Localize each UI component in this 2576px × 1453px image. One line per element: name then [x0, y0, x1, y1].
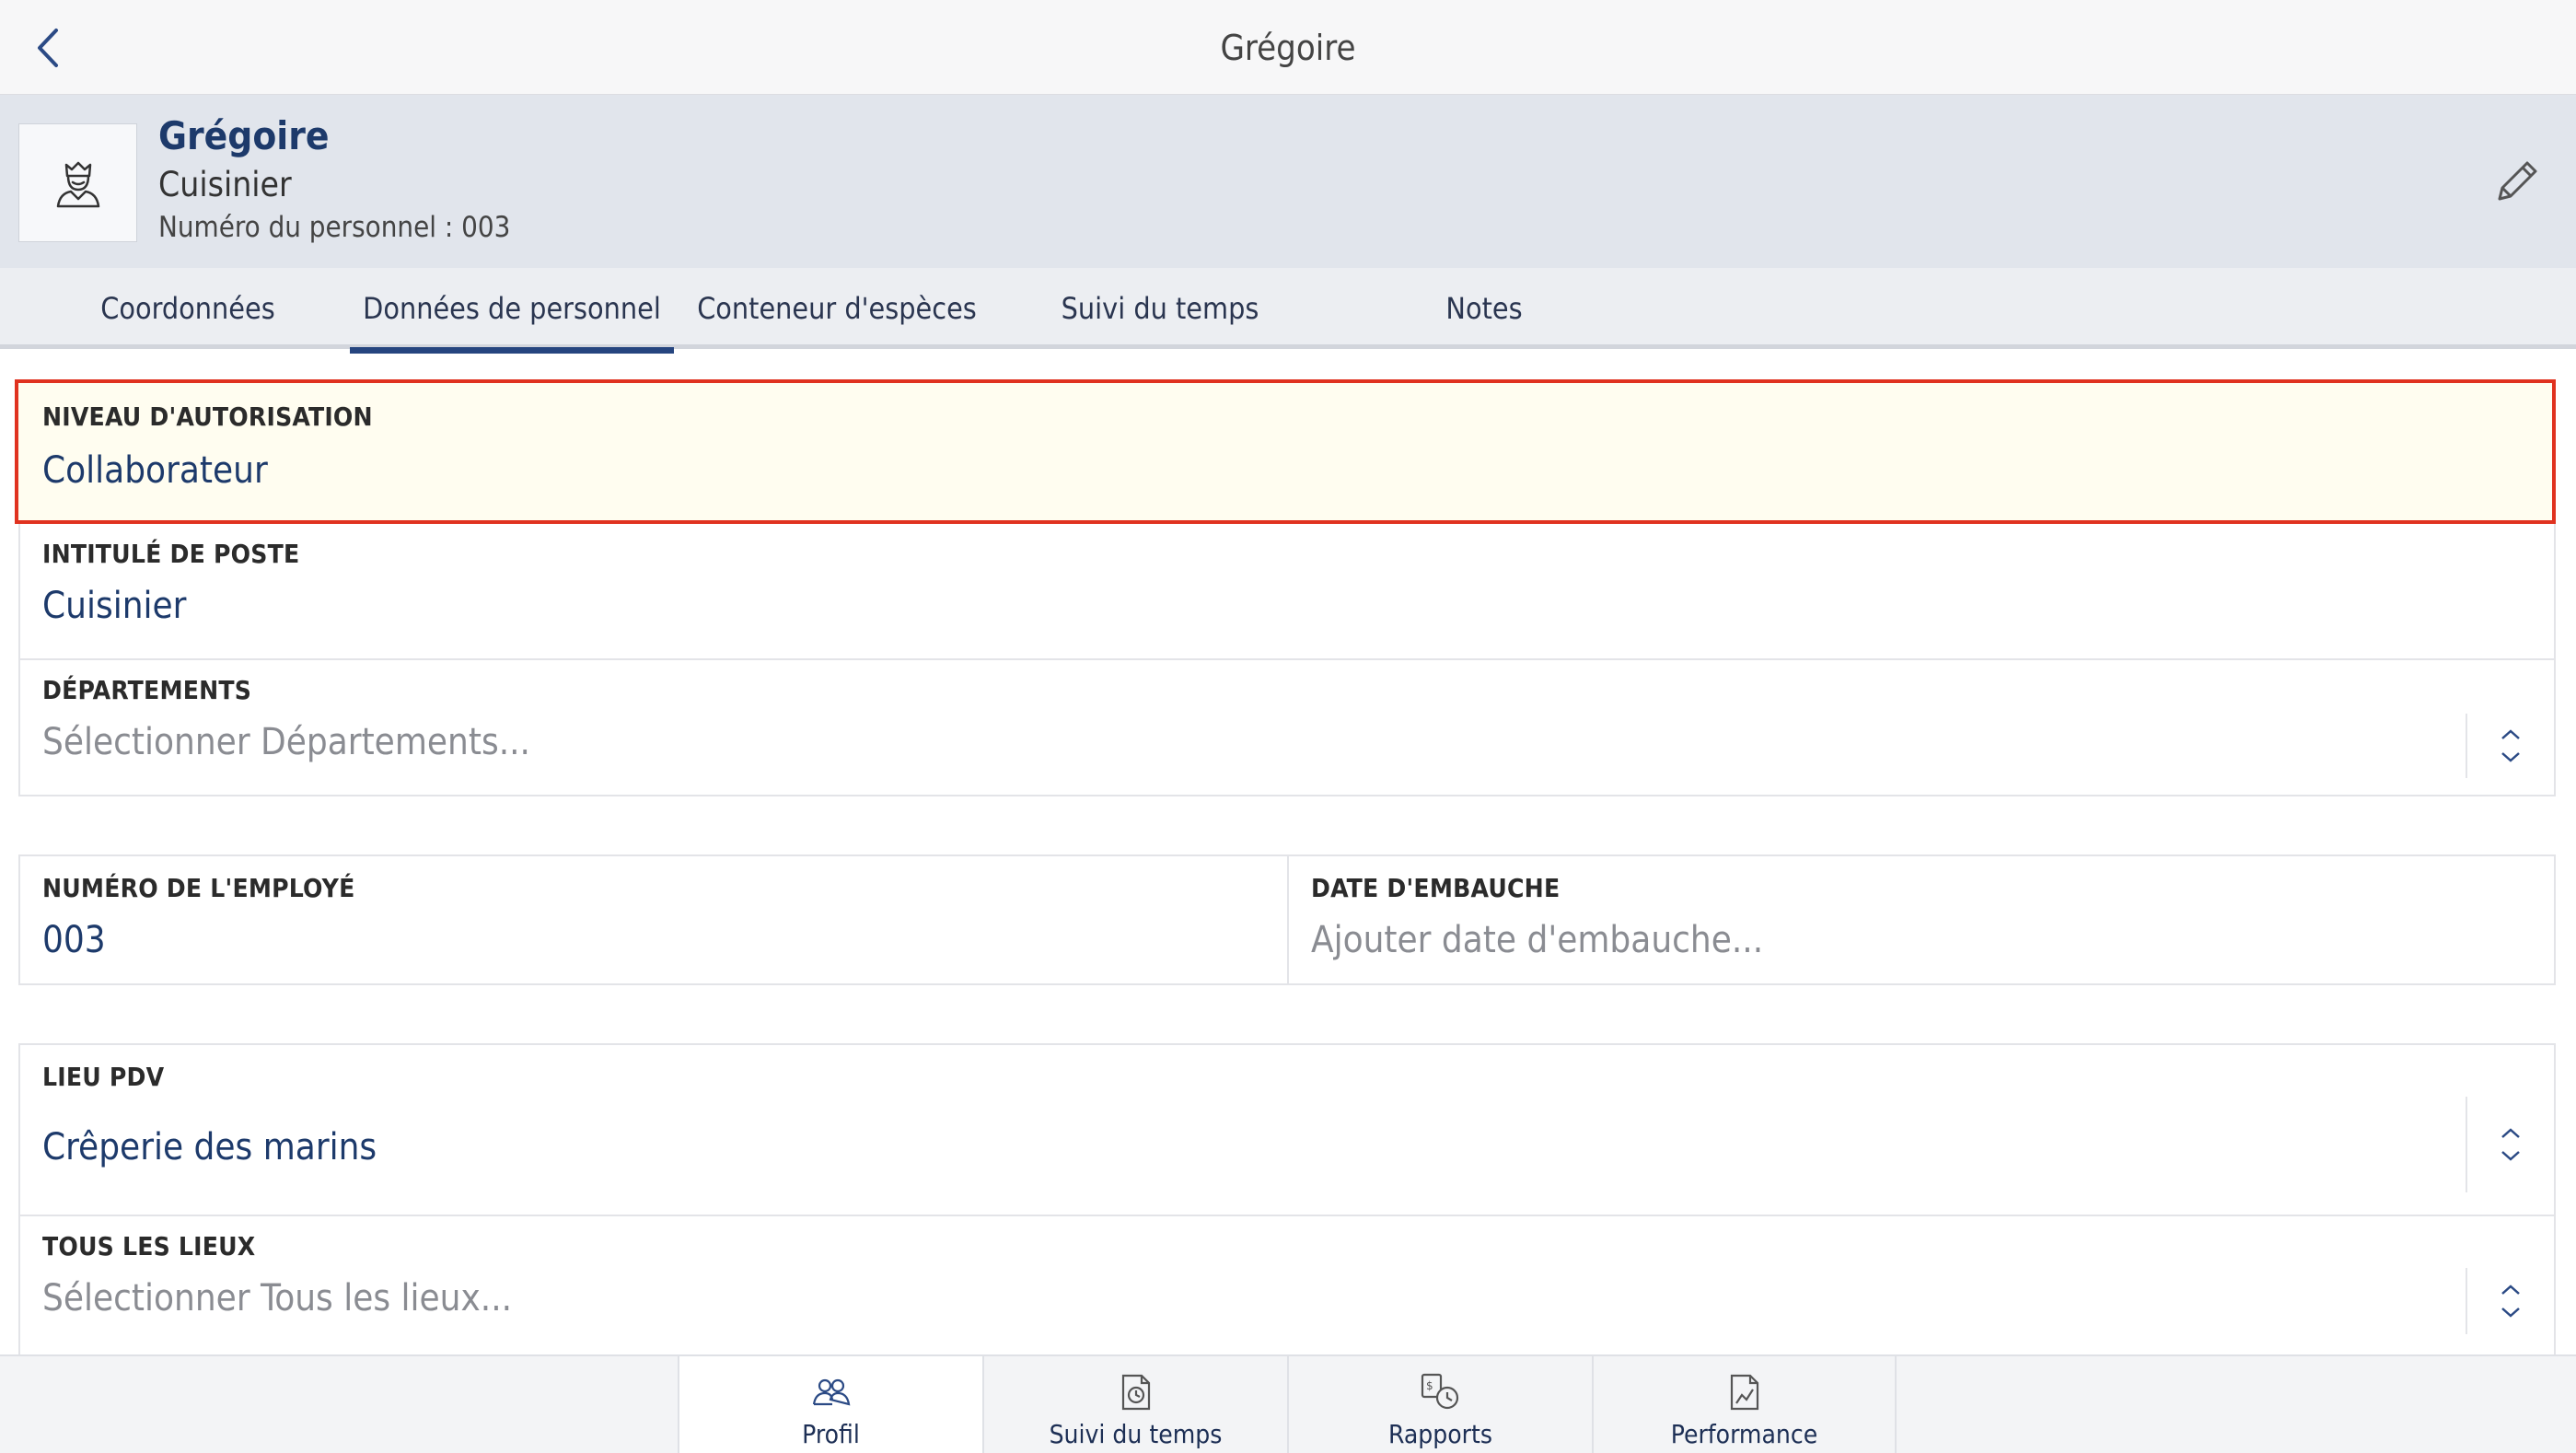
tab-suivi-du-temps[interactable]: Suivi du temps [1022, 268, 1298, 349]
bottom-tab-rapports[interactable]: $ Rapports [1287, 1356, 1592, 1453]
bottom-tab-bar: Profil Suivi du temps $ Rapports Perform… [0, 1354, 2576, 1453]
bottom-tab-label: Performance [1670, 1419, 1818, 1449]
clock-document-icon [1121, 1374, 1150, 1411]
pos-location-label: LIEU PDV [42, 1062, 165, 1092]
section-tabs: Coordonnées Données de personnel Contene… [0, 268, 2576, 354]
pos-location-value: Crêperie des marins [42, 1126, 377, 1168]
departments-selector-button[interactable] [2466, 714, 2554, 778]
bottom-tab-label: Profil [802, 1419, 860, 1449]
bottom-tab-performance[interactable]: Performance [1592, 1356, 1897, 1453]
svg-text:$: $ [1426, 1379, 1433, 1392]
hire-date-placeholder: Ajouter date d'embauche... [1311, 919, 1764, 961]
bottom-tab-label: Rapports [1387, 1419, 1493, 1449]
people-icon [812, 1378, 850, 1406]
chevron-down-icon [2501, 752, 2520, 762]
employee-number-value: 003 [42, 919, 106, 961]
tab-conteneur-especes[interactable]: Conteneur d'espèces [690, 268, 983, 349]
all-locations-label: TOUS LES LIEUX [42, 1231, 256, 1261]
profile-header: Grégoire Cuisinier Numéro du personnel :… [0, 95, 2576, 268]
pos-location-selector-button[interactable] [2466, 1097, 2554, 1192]
profile-role: Cuisinier [158, 165, 292, 204]
departments-field[interactable]: DÉPARTEMENTS Sélectionner Départements..… [18, 660, 2556, 796]
departments-label: DÉPARTEMENTS [42, 675, 252, 705]
tab-notes[interactable]: Notes [1390, 268, 1578, 349]
bottom-tab-suivi-du-temps[interactable]: Suivi du temps [982, 1356, 1287, 1453]
bottom-tab-label: Suivi du temps [1049, 1419, 1223, 1449]
reports-icon: $ [1421, 1373, 1458, 1410]
all-locations-placeholder: Sélectionner Tous les lieux... [42, 1277, 513, 1319]
job-title-label: INTITULÉ DE POSTE [42, 539, 300, 569]
chef-avatar-icon [56, 161, 99, 207]
chevron-up-icon [2501, 1284, 2520, 1295]
pencil-icon [2498, 161, 2537, 201]
app-root: Grégoire Grégoire Cuisinier Numéro du pe… [0, 0, 2576, 1453]
profile-personnel-number: Numéro du personnel : 003 [158, 211, 511, 244]
employee-number-label: NUMÉRO DE L'EMPLOYÉ [42, 873, 355, 903]
all-locations-selector-button[interactable] [2466, 1268, 2554, 1334]
job-title-field[interactable]: INTITULÉ DE POSTE Cuisinier [18, 524, 2556, 660]
chevron-down-icon [2501, 1308, 2520, 1318]
avatar[interactable] [18, 123, 137, 242]
auth-level-field[interactable]: NIVEAU D'AUTORISATION Collaborateur [15, 379, 2556, 524]
chevron-up-icon [2501, 1128, 2520, 1138]
tab-donnees-de-personnel[interactable]: Données de personnel [350, 268, 674, 354]
departments-placeholder: Sélectionner Départements... [42, 721, 530, 763]
page-title: Grégoire [1220, 27, 1356, 68]
job-title-value: Cuisinier [42, 585, 187, 627]
pos-location-field[interactable]: LIEU PDV Crêperie des marins [18, 1043, 2556, 1216]
edit-profile-button[interactable] [2484, 150, 2548, 215]
hire-date-label: DATE D'EMBAUCHE [1311, 873, 1561, 903]
chevron-down-icon [2501, 1151, 2520, 1161]
employee-number-field[interactable]: NUMÉRO DE L'EMPLOYÉ 003 [18, 854, 1289, 985]
tab-coordonnees[interactable]: Coordonnées [53, 268, 322, 349]
all-locations-field[interactable]: TOUS LES LIEUX Sélectionner Tous les lie… [18, 1216, 2556, 1364]
chevron-up-icon [2501, 729, 2520, 739]
auth-level-value: Collaborateur [42, 449, 268, 492]
bottom-tab-profil[interactable]: Profil [678, 1356, 982, 1453]
top-navigation-bar: Grégoire [0, 0, 2576, 95]
auth-level-label: NIVEAU D'AUTORISATION [42, 401, 373, 432]
chart-document-icon [1730, 1374, 1758, 1411]
hire-date-field[interactable]: DATE D'EMBAUCHE Ajouter date d'embauche.… [1287, 854, 2556, 985]
profile-name: Grégoire [158, 113, 330, 158]
